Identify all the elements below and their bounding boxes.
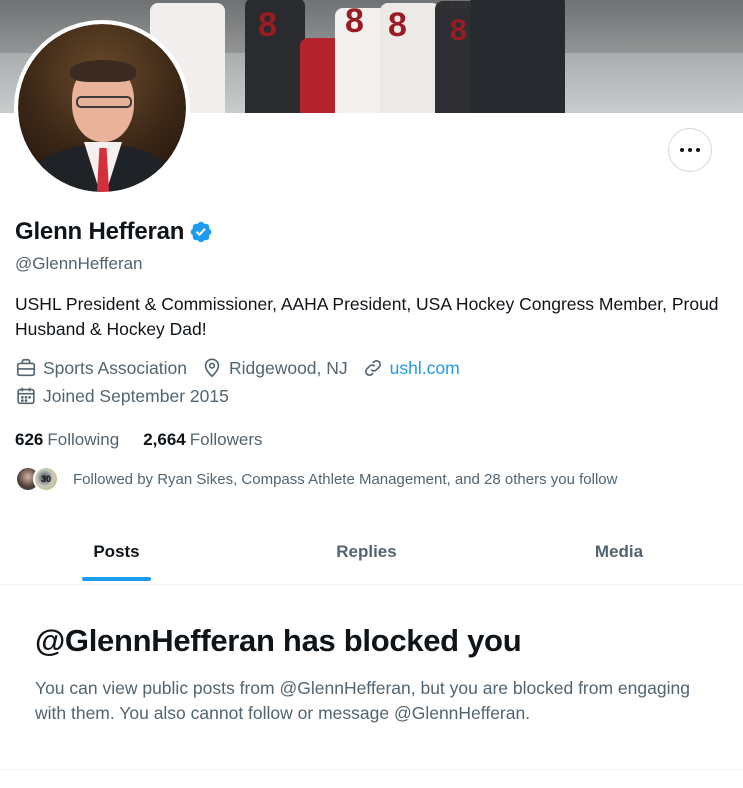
banner-figure <box>470 0 565 113</box>
profile-joined: Joined September 2015 <box>15 385 229 407</box>
profile-location: Ridgewood, NJ <box>201 357 348 379</box>
tab-replies-label: Replies <box>336 542 397 561</box>
more-options-button[interactable] <box>668 128 712 172</box>
followers-link[interactable]: 2,664 Followers <box>143 430 262 450</box>
profile-name: Glenn Hefferan <box>15 218 185 245</box>
profile-tabs: Posts Replies Media <box>0 520 743 585</box>
profile-category: Sports Association <box>15 357 187 379</box>
tab-posts[interactable]: Posts <box>0 520 233 584</box>
tab-media-label: Media <box>594 542 644 561</box>
profile-name-row: Glenn Hefferan <box>15 218 213 246</box>
tab-replies[interactable]: Replies <box>233 520 500 584</box>
profile-location-label: Ridgewood, NJ <box>228 357 348 378</box>
avatar-photo <box>18 24 186 192</box>
profile-avatar[interactable] <box>14 20 190 196</box>
tab-active-indicator <box>82 577 151 581</box>
follow-counts: 626 Following 2,664 Followers <box>15 430 286 450</box>
more-horizontal-icon <box>696 148 700 152</box>
following-count: 626 <box>15 430 44 449</box>
profile-handle: @GlennHefferan <box>15 254 143 273</box>
followers-count: 2,664 <box>143 430 186 449</box>
profile-website[interactable]: ushl.com <box>362 357 460 379</box>
followers-label: Followers <box>189 430 263 449</box>
verified-badge-icon[interactable] <box>189 220 213 244</box>
briefcase-icon <box>16 358 36 377</box>
tab-posts-label: Posts <box>93 542 140 561</box>
profile-meta-row: Sports Association Ridgewood, NJ ushl.co… <box>15 357 474 379</box>
follower-avatar-text: 30 <box>40 474 51 484</box>
avatar-hair <box>70 60 136 82</box>
followed-by-text: Followed by Ryan Sikes, Compass Athlete … <box>73 470 618 488</box>
followed-by[interactable]: 30 Followed by Ryan Sikes, Compass Athle… <box>15 466 617 492</box>
blocked-title: @GlennHefferan has blocked you <box>35 623 522 658</box>
blocked-description: You can view public posts from @GlennHef… <box>35 678 690 723</box>
banner-jersey-number: 8 <box>258 6 277 44</box>
banner-jersey-number: 8 <box>450 14 467 47</box>
avatar-glasses <box>76 96 132 108</box>
more-horizontal-icon <box>680 148 684 152</box>
profile-joined-row: Joined September 2015 <box>15 385 243 407</box>
follower-avatar: 30 <box>33 466 59 492</box>
more-horizontal-icon <box>688 148 692 152</box>
divider <box>0 769 743 770</box>
profile-website-link[interactable]: ushl.com <box>390 358 460 379</box>
calendar-icon <box>17 387 35 405</box>
banner-jersey-name: CAUD <box>440 0 472 12</box>
profile-bio: USHL President & Commissioner, AAHA Pres… <box>15 294 719 339</box>
profile-category-label: Sports Association <box>43 357 187 378</box>
banner-jersey-number: 8 <box>388 6 407 44</box>
tab-media[interactable]: Media <box>500 520 738 584</box>
following-label: Following <box>47 430 120 449</box>
following-link[interactable]: 626 Following <box>15 430 119 450</box>
location-pin-icon <box>204 358 220 378</box>
link-icon <box>364 359 381 377</box>
banner-jersey-number: 8 <box>345 2 364 40</box>
profile-joined-label: Joined September 2015 <box>43 385 229 406</box>
